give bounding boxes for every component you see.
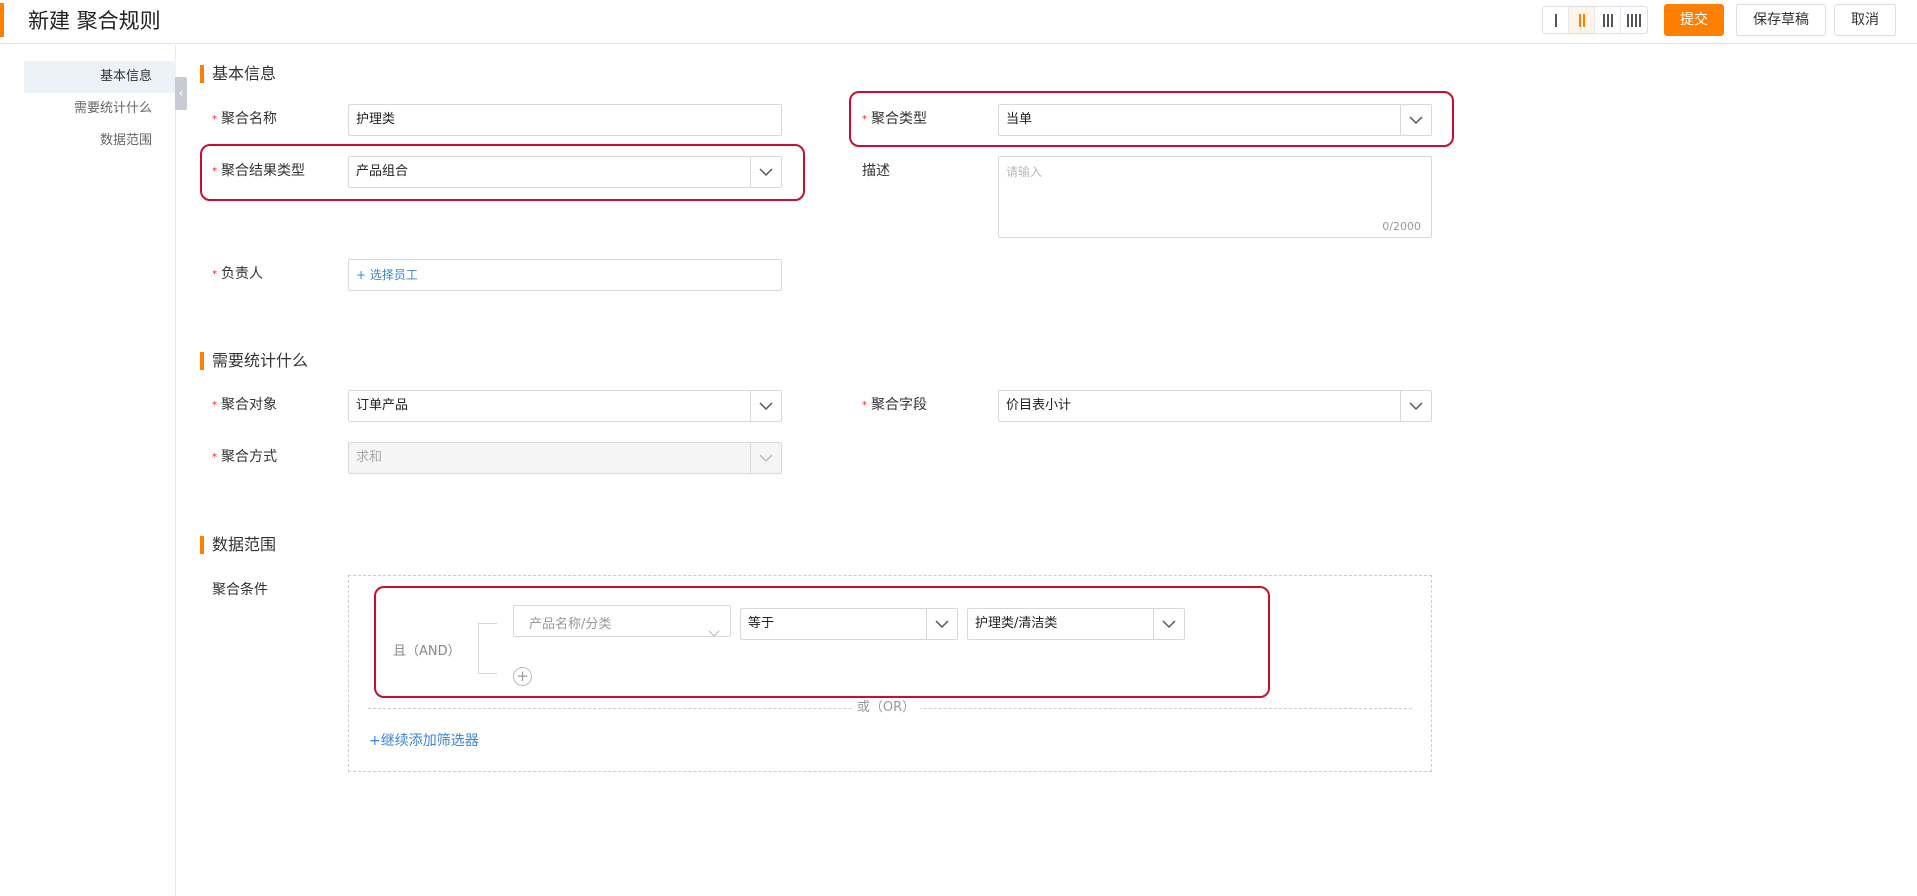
aggregate-type-label: * 聚合类型: [862, 111, 927, 127]
aggregate-method-value: 求和: [356, 450, 383, 465]
filter-operator-select[interactable]: 等于: [740, 608, 958, 640]
four-column-icon: [1627, 13, 1641, 27]
layout-two-column-button[interactable]: [1569, 7, 1595, 33]
chevron-down-icon: [1400, 105, 1431, 135]
layout-three-column-button[interactable]: [1595, 7, 1621, 33]
two-column-icon: [1578, 13, 1585, 27]
filter-value-value: 护理类/清洁类: [975, 616, 1058, 631]
description-char-counter: 0/2000: [1382, 220, 1421, 233]
aggregate-condition-label: 聚合条件: [212, 582, 268, 598]
chevron-down-icon: [750, 157, 781, 187]
submit-button[interactable]: 提交: [1664, 4, 1724, 36]
filter-value-select[interactable]: 护理类/清洁类: [967, 608, 1185, 640]
required-mark: *: [862, 114, 867, 125]
description-placeholder: 请输入: [1006, 165, 1043, 179]
aggregate-object-select[interactable]: 订单产品: [348, 390, 782, 422]
aggregate-type-select[interactable]: 当单: [998, 104, 1432, 136]
add-condition-icon[interactable]: +: [513, 667, 532, 686]
one-column-icon: [1554, 13, 1557, 27]
section-nav: 基本信息 需要统计什么 数据范围: [0, 45, 176, 896]
title-accent-bar: [0, 3, 4, 37]
filter-container: [348, 575, 1432, 772]
filter-field-select[interactable]: 产品名称/分类: [513, 605, 731, 637]
required-mark: *: [212, 452, 217, 463]
layout-four-column-button[interactable]: [1621, 7, 1647, 33]
chevron-down-icon: [750, 443, 781, 473]
or-logic-label: 或（OR）: [852, 698, 920, 718]
aggregate-method-label: * 聚合方式: [212, 449, 277, 465]
three-column-icon: [1602, 13, 1613, 27]
result-type-select[interactable]: 产品组合: [348, 156, 782, 188]
layout-one-column-button[interactable]: [1543, 7, 1569, 33]
chevron-down-icon: [1153, 609, 1184, 639]
required-mark: *: [212, 166, 217, 177]
cancel-button[interactable]: 取消: [1834, 4, 1896, 36]
select-employee-link[interactable]: + 选择员工: [356, 268, 418, 282]
required-mark: *: [862, 400, 867, 411]
required-mark: *: [212, 269, 217, 280]
layout-column-switch: [1542, 6, 1648, 34]
chevron-down-icon: [1400, 391, 1431, 421]
nav-item-what-to-count[interactable]: 需要统计什么: [24, 93, 176, 125]
nav-collapse-handle[interactable]: ‹: [175, 77, 187, 110]
aggregate-method-select: 求和: [348, 442, 782, 474]
aggregate-field-label: * 聚合字段: [862, 397, 927, 413]
chevron-down-icon: [926, 609, 957, 639]
add-filter-link[interactable]: +继续添加筛选器: [369, 730, 479, 750]
page-title: 新建 聚合规则: [28, 9, 161, 33]
aggregate-field-select[interactable]: 价目表小计: [998, 390, 1432, 422]
aggregate-name-label: * 聚合名称: [212, 111, 277, 127]
owner-label: * 负责人: [212, 266, 263, 282]
aggregate-type-value: 当单: [1006, 112, 1033, 127]
nav-item-data-scope[interactable]: 数据范围: [24, 125, 176, 157]
owner-picker[interactable]: + 选择员工: [348, 259, 782, 291]
description-textarea[interactable]: 请输入 0/2000: [998, 156, 1432, 238]
section-title-what: 需要统计什么: [200, 351, 308, 371]
nav-item-basic-info[interactable]: 基本信息: [24, 61, 176, 93]
aggregate-name-input[interactable]: 护理类: [348, 104, 782, 136]
aggregate-field-value: 价目表小计: [1006, 398, 1072, 413]
and-logic-label: 且（AND）: [393, 644, 461, 659]
page-header: 新建 聚合规则 提交 保存草稿 取消: [0, 0, 1917, 44]
chevron-down-icon: [750, 391, 781, 421]
description-label: 描述: [862, 163, 890, 179]
chevron-down-icon: [708, 616, 720, 654]
aggregate-object-label: * 聚合对象: [212, 397, 277, 413]
required-mark: *: [212, 400, 217, 411]
result-type-label: * 聚合结果类型: [212, 163, 305, 179]
required-mark: *: [212, 114, 217, 125]
section-title-scope: 数据范围: [200, 535, 276, 555]
chevron-left-icon: ‹: [178, 86, 184, 100]
section-title-basic: 基本信息: [200, 64, 276, 84]
save-draft-button[interactable]: 保存草稿: [1736, 4, 1826, 36]
filter-operator-value: 等于: [748, 616, 775, 631]
result-type-value: 产品组合: [356, 164, 409, 179]
and-bracket: [478, 623, 497, 674]
aggregate-object-value: 订单产品: [356, 398, 409, 413]
filter-field-placeholder: 产品名称/分类: [529, 617, 612, 632]
